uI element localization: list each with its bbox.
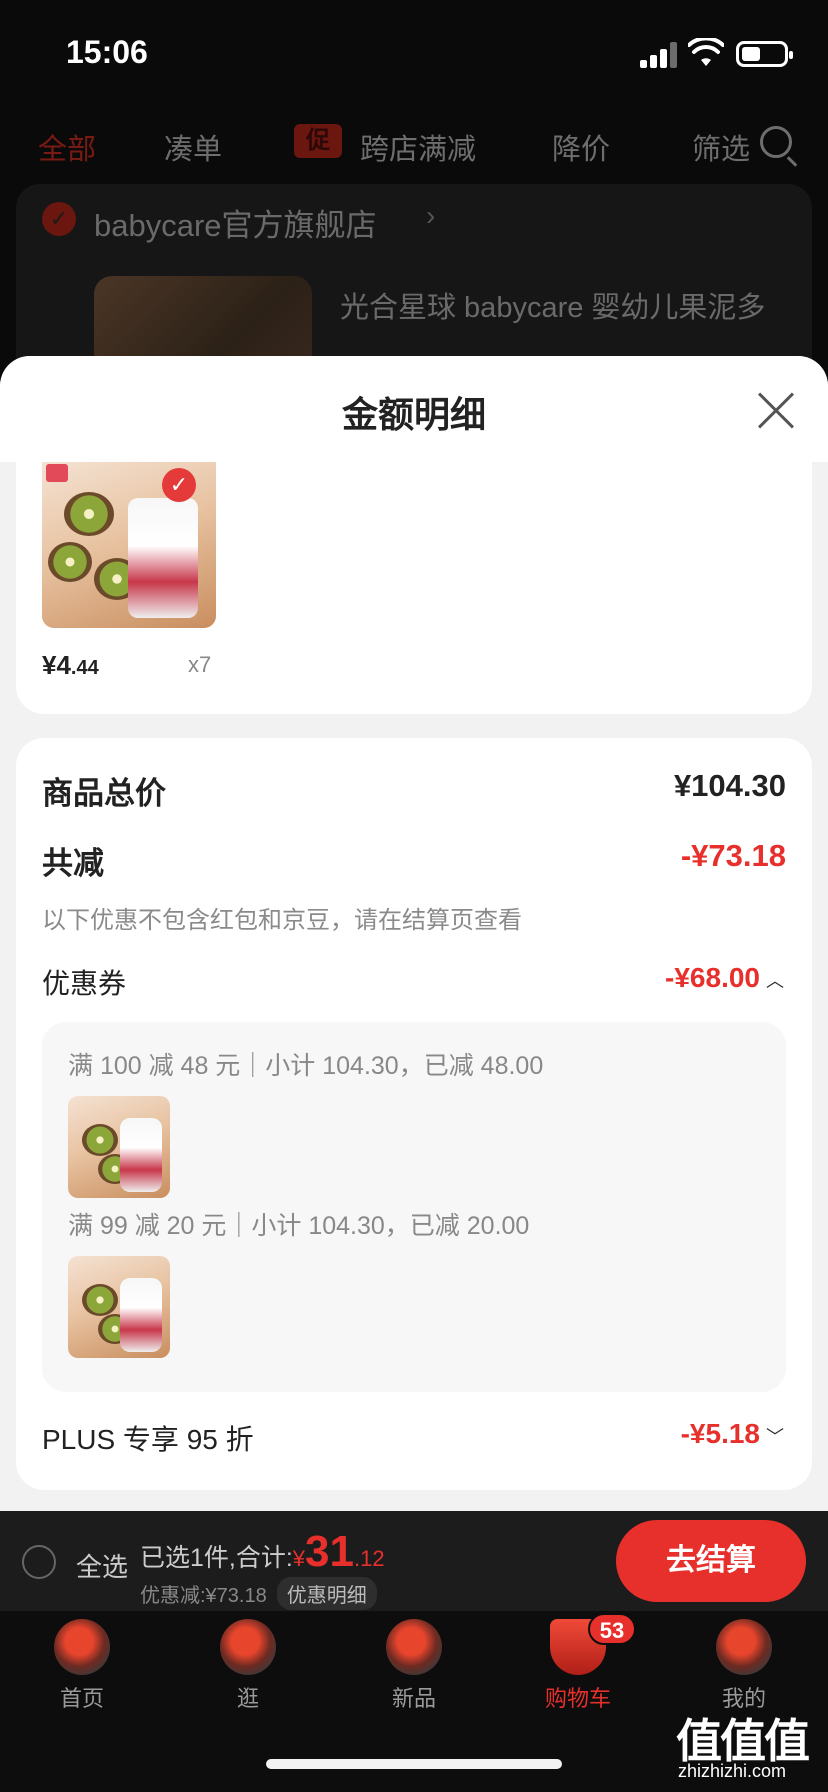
chevron-up-icon: ︿ [766, 970, 784, 991]
status-time: 15:06 [66, 34, 148, 70]
tab-browse[interactable]: 逛 [188, 1619, 308, 1713]
discount-text: 优惠减:¥73.18 [140, 1585, 267, 1607]
home-indicator [266, 1759, 562, 1769]
filter-bar: 全部 凑单 促 跨店满减 降价 筛选 [0, 110, 828, 176]
plus-discount-toggle[interactable]: -¥5.18 ﹀ [681, 1418, 784, 1450]
total-reduce-value: -¥73.18 [680, 838, 786, 873]
tab-home[interactable]: 首页 [22, 1619, 142, 1713]
product-card: ✓ ¥4.44 x7 [16, 462, 812, 714]
search-icon[interactable] [760, 126, 792, 158]
select-all-label[interactable]: 全选 [76, 1547, 128, 1584]
coupon-label: 优惠券 [42, 968, 127, 999]
total-currency: ¥ [292, 1546, 306, 1571]
checkout-button[interactable]: 去结算 [616, 1520, 806, 1602]
product-quantity: x7 [188, 652, 212, 677]
watermark-url: zhizhizhi.com [678, 1761, 787, 1781]
total-price-value: ¥104.30 [673, 768, 786, 803]
discount-summary: 优惠减:¥73.18 优惠明细 [140, 1577, 377, 1610]
tab-new[interactable]: 新品 [354, 1619, 474, 1713]
shop-check-icon[interactable]: ✓ [42, 202, 76, 236]
wifi-icon [688, 38, 724, 66]
tab-me[interactable]: 我的 [684, 1619, 804, 1713]
total-amount: 31 [305, 1527, 354, 1576]
new-products-icon [386, 1619, 442, 1675]
coupon-rule: 满 100 减 48 元｜小计 104.30，已减 48.00 [68, 1052, 544, 1080]
shop-name[interactable]: babycare官方旗舰店 [94, 200, 377, 245]
sheet-title: 金额明细 [341, 394, 486, 435]
promo-tag: 促 [294, 124, 342, 158]
tab-label: 首页 [59, 1686, 104, 1711]
coupon-toggle[interactable]: -¥68.00 ︿ [665, 962, 784, 994]
tab-label: 逛 [236, 1686, 259, 1711]
cart-count-badge: 53 [588, 1613, 636, 1645]
plus-discount-value: -¥5.18 [680, 1418, 760, 1449]
status-bar: 15:06 [0, 0, 828, 100]
coupon-product-thumbnail [68, 1096, 170, 1198]
filter-tab-bundle[interactable]: 凑单 [164, 126, 222, 168]
filter-tab-all[interactable]: 全部 [38, 126, 96, 168]
close-icon[interactable] [758, 392, 794, 428]
discount-detail-button[interactable]: 优惠明细 [276, 1577, 377, 1610]
filter-tab-filter[interactable]: 筛选 [692, 126, 750, 168]
filter-tab-price-drop[interactable]: 降价 [552, 126, 610, 168]
filter-tab-cross-store[interactable]: 跨店满减 [360, 126, 476, 168]
select-all-radio[interactable] [22, 1545, 56, 1579]
sheet-header: 金额明细 [0, 356, 828, 462]
browse-icon [220, 1619, 276, 1675]
product-check-icon[interactable]: ✓ [162, 468, 196, 502]
home-icon [54, 1619, 110, 1675]
product-price: ¥4.44 [42, 650, 99, 680]
tab-label: 购物车 [544, 1686, 611, 1711]
signal-icon [640, 42, 678, 68]
plus-discount-label: PLUS 专享 95 折 [42, 1424, 254, 1455]
total-reduce-label: 共减 [42, 846, 104, 881]
total-price-label: 商品总价 [42, 776, 166, 811]
chevron-right-icon: › [426, 200, 436, 231]
bottom-tab-bar: 首页 逛 新品 53 购物车 我的 值值值 zhizhizhi.com [0, 1611, 828, 1792]
amount-detail-sheet: 金额明细 ✓ ¥4.44 x7 商品总价 ¥104.30 共减 -¥73.18 … [0, 356, 828, 1511]
profile-icon [716, 1619, 772, 1675]
coupon-rule: 满 99 减 20 元｜小计 104.30，已减 20.00 [68, 1212, 530, 1240]
coupon-product-thumbnail [68, 1256, 170, 1358]
total-amount-decimal: .12 [354, 1546, 385, 1571]
checkout-summary: 已选1件,合计:¥31.12 [140, 1527, 385, 1577]
coupon-value: -¥68.00 [665, 962, 760, 993]
amount-summary-card: 商品总价 ¥104.30 共减 -¥73.18 以下优惠不包含红包和京豆，请在结… [16, 738, 812, 1490]
tab-label: 新品 [391, 1686, 436, 1711]
checkout-bar: 全选 已选1件,合计:¥31.12 优惠减:¥73.18 优惠明细 去结算 [0, 1511, 828, 1611]
coupon-detail-box: 满 100 减 48 元｜小计 104.30，已减 48.00 满 99 减 2… [42, 1022, 786, 1392]
tab-cart[interactable]: 53 购物车 [518, 1613, 638, 1713]
battery-icon [736, 41, 793, 67]
product-title[interactable]: 光合星球 babycare 婴幼儿果泥多 [340, 284, 765, 326]
selected-count-text: 已选1件,合计: [140, 1544, 293, 1572]
chevron-down-icon: ﹀ [766, 1426, 784, 1447]
discount-hint: 以下优惠不包含红包和京豆，请在结算页查看 [42, 907, 522, 934]
